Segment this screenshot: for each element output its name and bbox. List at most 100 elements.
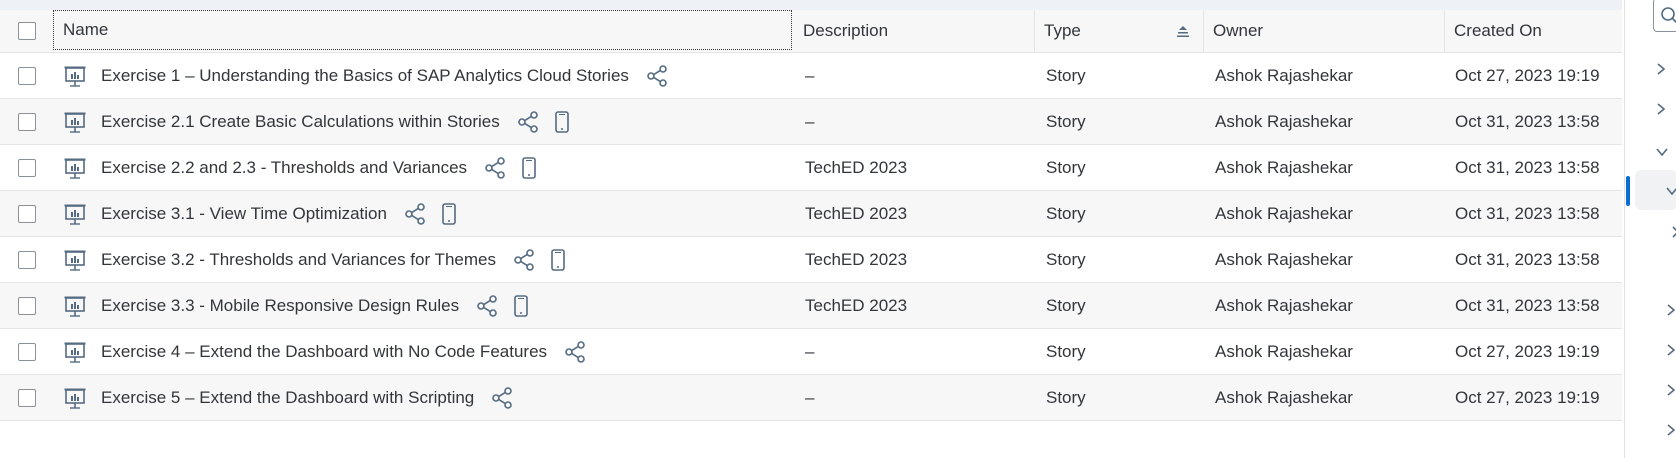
column-divider [1034, 10, 1035, 52]
row-checkbox[interactable] [18, 158, 36, 177]
row-select-cell [18, 191, 36, 236]
chevron-right-icon[interactable] [1665, 383, 1676, 402]
created-on-cell: Oct 31, 2023 13:58 [1455, 203, 1600, 223]
row-select-cell [18, 329, 36, 374]
share-icon[interactable] [483, 156, 507, 180]
share-icon[interactable] [490, 386, 514, 410]
created-on-cell: Oct 31, 2023 13:58 [1455, 111, 1600, 131]
description-cell: – [805, 65, 815, 85]
owner-cell: Ashok Rajashekar [1215, 111, 1353, 131]
type-cell: Story [1046, 341, 1086, 361]
share-icon[interactable] [403, 202, 427, 226]
item-name-link[interactable]: Exercise 4 – Extend the Dashboard with N… [101, 342, 547, 362]
story-icon [63, 387, 87, 409]
column-header-description[interactable]: Description [803, 10, 888, 52]
item-name-link[interactable]: Exercise 2.2 and 2.3 - Thresholds and Va… [101, 158, 467, 178]
toolbar-strip [0, 0, 1622, 10]
table-row[interactable]: Exercise 2.1 Create Basic Calculations w… [0, 99, 1622, 145]
table-row[interactable]: Exercise 5 – Extend the Dashboard with S… [0, 375, 1622, 421]
right-side-panel [1624, 0, 1676, 458]
name-cell: Exercise 2.1 Create Basic Calculations w… [63, 99, 570, 144]
item-name-link[interactable]: Exercise 3.3 - Mobile Responsive Design … [101, 296, 459, 316]
row-checkbox[interactable] [18, 388, 36, 407]
row-checkbox[interactable] [18, 66, 36, 85]
column-header-description-label: Description [803, 21, 889, 40]
row-select-cell [18, 283, 36, 328]
table-row[interactable]: Exercise 3.3 - Mobile Responsive Design … [0, 283, 1622, 329]
chevron-right-icon[interactable] [1671, 225, 1676, 244]
share-icon[interactable] [645, 64, 669, 88]
share-icon[interactable] [475, 294, 499, 318]
item-name-link[interactable]: Exercise 1 – Understanding the Basics of… [101, 66, 629, 86]
table-row[interactable]: Exercise 1 – Understanding the Basics of… [0, 53, 1622, 99]
description-cell: TechED 2023 [805, 295, 908, 315]
description-cell: – [805, 387, 815, 407]
table-row[interactable]: Exercise 3.1 - View Time Optimization Te… [0, 191, 1622, 237]
table-row[interactable]: Exercise 4 – Extend the Dashboard with N… [0, 329, 1622, 375]
type-cell: Story [1046, 65, 1086, 85]
name-cell: Exercise 1 – Understanding the Basics of… [63, 53, 669, 98]
share-icon[interactable] [563, 340, 587, 364]
column-header-type-label: Type [1044, 21, 1081, 40]
chevron-down-icon[interactable] [1665, 184, 1676, 202]
name-cell: Exercise 3.1 - View Time Optimization [63, 191, 457, 236]
owner-cell: Ashok Rajashekar [1215, 295, 1353, 315]
column-header-created-on-label: Created On [1454, 21, 1542, 40]
chevron-right-icon[interactable] [1665, 343, 1676, 362]
share-icon[interactable] [512, 248, 536, 272]
search-input[interactable] [1653, 0, 1676, 32]
created-on-cell: Oct 27, 2023 19:19 [1455, 387, 1600, 407]
row-checkbox[interactable] [18, 204, 36, 223]
story-icon [63, 295, 87, 317]
row-checkbox[interactable] [18, 296, 36, 315]
mobile-icon [550, 248, 566, 271]
mobile-icon [513, 294, 529, 317]
column-header-name[interactable]: Name [53, 10, 792, 50]
created-on-cell: Oct 31, 2023 13:58 [1455, 249, 1600, 269]
name-cell: Exercise 3.2 - Thresholds and Variances … [63, 237, 566, 282]
type-cell: Story [1046, 295, 1086, 315]
select-all-checkbox[interactable] [18, 22, 36, 40]
column-header-name-label: Name [63, 20, 109, 39]
item-name-link[interactable]: Exercise 3.2 - Thresholds and Variances … [101, 250, 496, 270]
chevron-right-icon[interactable] [1655, 102, 1667, 121]
chevron-right-icon[interactable] [1665, 423, 1676, 442]
column-header-owner[interactable]: Owner [1213, 10, 1263, 52]
story-icon [63, 249, 87, 271]
type-cell: Story [1046, 157, 1086, 177]
created-on-cell: Oct 31, 2023 13:58 [1455, 157, 1600, 177]
column-header-type[interactable]: Type [1044, 10, 1081, 52]
owner-cell: Ashok Rajashekar [1215, 387, 1353, 407]
chevron-down-icon[interactable] [1655, 145, 1669, 163]
story-icon [63, 341, 87, 363]
owner-cell: Ashok Rajashekar [1215, 65, 1353, 85]
story-icon [63, 111, 87, 133]
owner-cell: Ashok Rajashekar [1215, 157, 1353, 177]
chevron-right-icon[interactable] [1665, 303, 1676, 322]
row-select-cell [18, 237, 36, 282]
item-name-link[interactable]: Exercise 2.1 Create Basic Calculations w… [101, 112, 500, 132]
row-checkbox[interactable] [18, 112, 36, 131]
owner-cell: Ashok Rajashekar [1215, 203, 1353, 223]
description-cell: – [805, 111, 815, 131]
mobile-icon [554, 110, 570, 133]
row-select-cell [18, 375, 36, 420]
table-body: Exercise 1 – Understanding the Basics of… [0, 53, 1622, 421]
column-divider [1444, 10, 1445, 52]
owner-cell: Ashok Rajashekar [1215, 249, 1353, 269]
item-name-link[interactable]: Exercise 5 – Extend the Dashboard with S… [101, 388, 474, 408]
type-cell: Story [1046, 111, 1086, 131]
mobile-icon [521, 156, 537, 179]
column-header-created-on[interactable]: Created On [1454, 10, 1542, 52]
item-name-link[interactable]: Exercise 3.1 - View Time Optimization [101, 204, 387, 224]
story-icon [63, 203, 87, 225]
share-icon[interactable] [516, 110, 540, 134]
table-row[interactable]: Exercise 2.2 and 2.3 - Thresholds and Va… [0, 145, 1622, 191]
name-cell: Exercise 5 – Extend the Dashboard with S… [63, 375, 514, 420]
table-row[interactable]: Exercise 3.2 - Thresholds and Variances … [0, 237, 1622, 283]
row-checkbox[interactable] [18, 342, 36, 361]
chevron-right-icon[interactable] [1655, 62, 1667, 81]
row-checkbox[interactable] [18, 250, 36, 269]
name-cell: Exercise 3.3 - Mobile Responsive Design … [63, 283, 529, 328]
sort-ascending-icon[interactable] [1176, 25, 1190, 43]
